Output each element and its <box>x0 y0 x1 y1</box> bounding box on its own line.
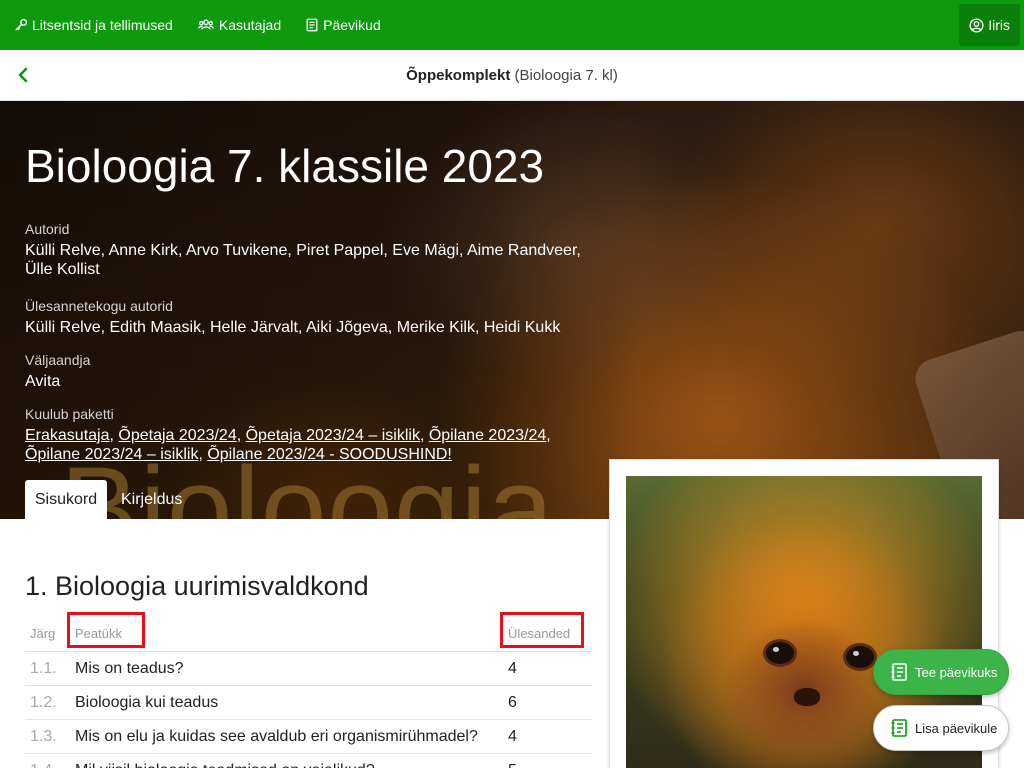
column-order: Järg <box>30 625 56 641</box>
row-order: 1.4. <box>30 754 57 768</box>
publisher-value: Avita <box>25 373 61 390</box>
page-title-sub: (Bioloogia 7. kl) <box>514 66 618 84</box>
hero-banner: Bioloogia Bioloogia 7. klassile 2023 Aut… <box>0 101 1024 519</box>
package-link[interactable]: Õpilane 2023/24 – isiklik <box>25 446 198 463</box>
top-nav-bar: Litsentsid ja tellimused Kasutajad Päevi… <box>0 0 1024 50</box>
nav-diaries[interactable]: Päevikud <box>281 0 381 50</box>
page-title-main: Õppekomplekt <box>406 66 511 84</box>
table-row[interactable]: 1.1. Mis on teadus? 4 <box>25 652 592 686</box>
publisher-label: Väljaandja <box>25 352 91 368</box>
tab-description[interactable]: Kirjeldus <box>121 480 182 519</box>
user-name: Iiris <box>988 17 1010 33</box>
package-link[interactable]: Õpetaja 2023/24 – isiklik <box>246 427 420 444</box>
row-order: 1.3. <box>30 728 57 745</box>
authors-label: Autorid <box>25 221 70 237</box>
row-name[interactable]: Mis on elu ja kuidas see avaldub eri org… <box>75 720 478 754</box>
row-name[interactable]: Bioloogia kui teadus <box>75 686 218 720</box>
tab-contents[interactable]: Sisukord <box>25 480 107 519</box>
authors-value: Külli Relve, Anne Kirk, Arvo Tuvikene, P… <box>25 242 581 278</box>
book-title: Bioloogia 7. klassile 2023 <box>25 140 545 192</box>
row-name[interactable]: Mis on teadus? <box>75 652 184 686</box>
row-tasks: 4 <box>508 728 517 745</box>
column-chapter[interactable]: Peatükk <box>75 614 122 652</box>
chapter-title: 1. Bioloogia uurimisvaldkond <box>25 571 369 601</box>
notebook-icon <box>891 663 907 681</box>
row-tasks: 4 <box>508 660 517 677</box>
nav-users[interactable]: Kasutajad <box>173 0 281 50</box>
key-icon <box>15 18 28 31</box>
back-button[interactable] <box>12 64 34 86</box>
package-link[interactable]: Õpetaja 2023/24 <box>118 427 236 444</box>
package-link[interactable]: Õpilane 2023/24 <box>429 427 546 444</box>
cover-eye-right <box>846 646 874 668</box>
users-icon <box>198 19 214 30</box>
chevron-left-icon <box>18 67 28 83</box>
nav-diaries-label: Päevikud <box>323 17 381 33</box>
cover-eye-left <box>766 642 794 664</box>
column-tasks[interactable]: Ülesanded <box>508 614 570 652</box>
create-diary-label: Tee päevikuks <box>915 664 998 680</box>
row-tasks: 5 <box>508 754 517 768</box>
nav-licenses-label: Litsentsid ja tellimused <box>32 17 173 33</box>
book-icon <box>306 18 318 32</box>
packages-list: Erakasutaja, Õpetaja 2023/24, Õpetaja 20… <box>25 427 551 463</box>
page-header: Õppekomplekt (Bioloogia 7. kl) <box>0 50 1024 101</box>
create-diary-button[interactable]: Tee päevikuks <box>873 649 1009 695</box>
add-to-diary-button[interactable]: Lisa päevikule <box>873 705 1009 751</box>
cover-nose <box>794 688 820 706</box>
nav-licenses[interactable]: Litsentsid ja tellimused <box>0 0 173 50</box>
notebook-icon <box>891 719 907 737</box>
chapter-table: Järg Peatükk Ülesanded 1.1. Mis on teadu… <box>25 612 592 768</box>
table-row[interactable]: 1.4. Mil viisil bioloogia teadmised on v… <box>25 754 592 768</box>
row-order: 1.1. <box>30 660 57 677</box>
add-to-diary-label: Lisa päevikule <box>915 720 998 736</box>
nav-users-label: Kasutajad <box>218 17 282 33</box>
row-order: 1.2. <box>30 694 57 711</box>
row-tasks: 6 <box>508 694 517 711</box>
task-authors-value: Külli Relve, Edith Maasik, Helle Järvalt… <box>25 319 561 336</box>
packages-label: Kuulub paketti <box>25 406 114 422</box>
page-title: Õppekomplekt (Bioloogia 7. kl) <box>406 67 618 84</box>
package-link[interactable]: Õpilane 2023/24 - SOODUSHIND! <box>207 446 452 463</box>
table-header: Järg Peatükk Ülesanded <box>25 612 592 652</box>
user-circle-icon <box>969 17 984 33</box>
row-name[interactable]: Mil viisil bioloogia teadmised on vajali… <box>75 754 375 768</box>
task-authors-label: Ülesannetekogu autorid <box>25 298 173 314</box>
table-row[interactable]: 1.3. Mis on elu ja kuidas see avaldub er… <box>25 720 592 754</box>
package-link[interactable]: Erakasutaja <box>25 427 110 444</box>
user-menu-button[interactable]: Iiris <box>959 4 1020 46</box>
table-row[interactable]: 1.2. Bioloogia kui teadus 6 <box>25 686 592 720</box>
